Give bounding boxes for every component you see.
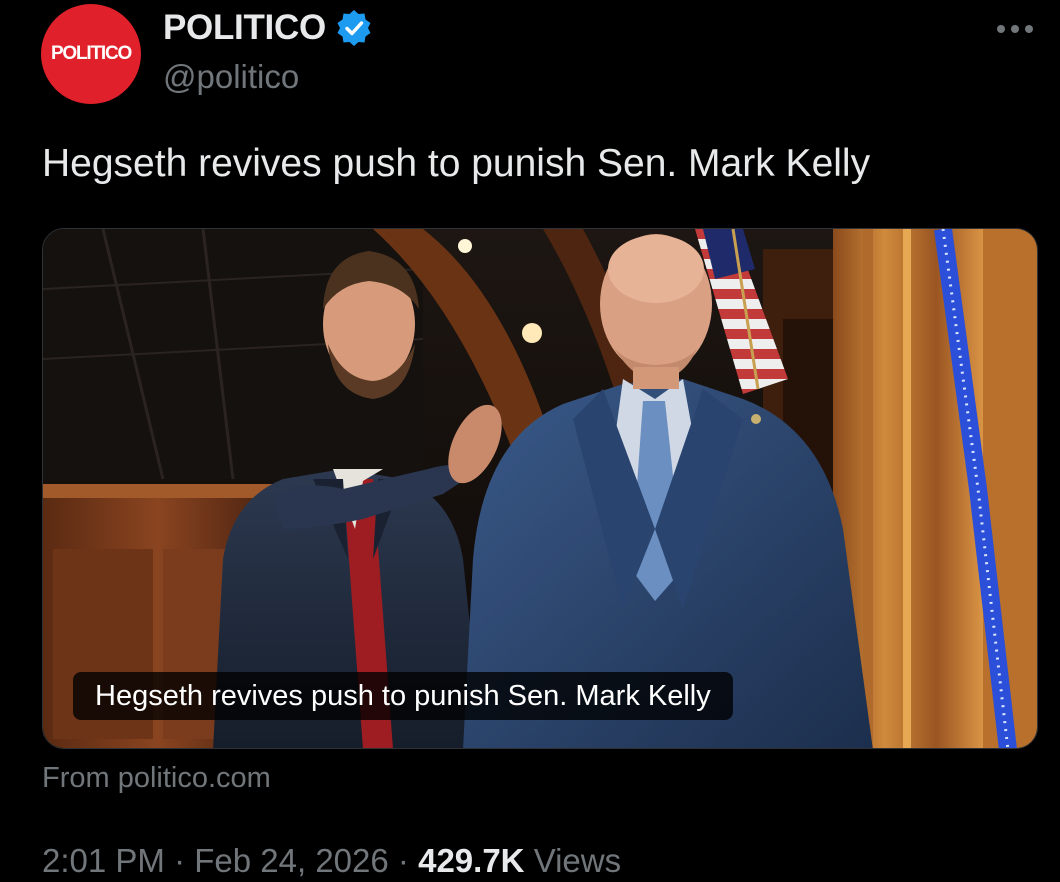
views-count[interactable]: 429.7K — [418, 842, 524, 879]
tweet-time[interactable]: 2:01 PM — [42, 842, 165, 879]
author-name-row: POLITICO — [163, 6, 374, 50]
tweet-date[interactable]: Feb 24, 2026 — [194, 842, 389, 879]
card-source-link[interactable]: From politico.com — [42, 762, 271, 795]
tweet-text: Hegseth revives push to punish Sen. Mark… — [42, 142, 871, 185]
views-label: Views — [533, 842, 622, 879]
meta-separator: · — [397, 842, 409, 879]
more-horizontal-icon — [997, 25, 1033, 33]
more-options-button[interactable] — [992, 14, 1038, 44]
author-handle[interactable]: @politico — [163, 58, 299, 96]
tweet-meta: 2:01 PM · Feb 24, 2026 · 429.7K Views — [42, 842, 621, 880]
card-photo — [43, 229, 1037, 748]
verified-badge-icon[interactable] — [334, 8, 374, 48]
link-card[interactable]: Hegseth revives push to punish Sen. Mark… — [42, 228, 1038, 749]
avatar-logo-text: POLITICO — [50, 43, 132, 64]
avatar[interactable]: POLITICO — [41, 4, 141, 104]
display-name[interactable]: POLITICO — [163, 8, 326, 48]
card-caption: Hegseth revives push to punish Sen. Mark… — [73, 672, 733, 720]
meta-separator: · — [174, 842, 186, 879]
